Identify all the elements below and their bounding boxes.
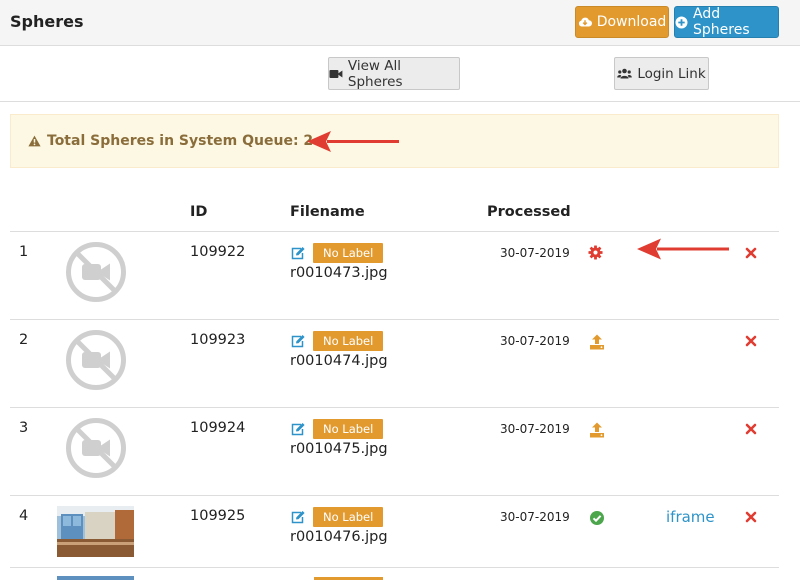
cloud-download-icon [578,17,592,27]
check-circle-icon [590,511,604,525]
no-label-badge[interactable]: No Label [313,419,384,439]
row-number: 4 [19,508,29,524]
filename-cell: No Label r0010474.jpg [290,331,460,369]
row-number: 2 [19,332,29,348]
table-row: 2 109923 No Label r0010474.jpg 30-07-201… [0,320,800,408]
view-all-spheres-button[interactable]: View All Spheres [328,57,460,90]
filename-cell: No Label r0010473.jpg [290,243,460,281]
table-row [0,568,800,580]
filename-cell: No Label r0010475.jpg [290,419,460,457]
column-header-id: ID [190,204,208,220]
plus-circle-icon [675,16,688,28]
processed-date: 30-07-2019 [500,510,570,524]
row-number: 1 [19,244,29,260]
login-link-button[interactable]: Login Link [614,57,709,90]
delete-icon[interactable] [744,510,758,524]
edit-icon[interactable] [290,334,306,348]
edit-icon[interactable] [290,246,306,260]
iframe-link[interactable]: iframe [666,508,715,526]
sphere-id: 109923 [190,332,246,348]
video-camera-icon [329,69,343,78]
download-label: Download [596,14,667,30]
processed-date: 30-07-2019 [500,246,570,260]
filename-cell: No Label r0010476.jpg [290,507,460,545]
upload-icon [590,422,604,438]
sphere-id: 109924 [190,420,246,436]
sphere-id: 109922 [190,244,246,260]
sphere-id: 109925 [190,508,246,524]
filename: r0010475.jpg [290,441,388,457]
processed-date: 30-07-2019 [500,422,570,436]
upload-icon [590,334,604,350]
add-spheres-label: Add Spheres [693,6,750,38]
edit-icon[interactable] [290,510,306,524]
page-title: Spheres [10,12,84,31]
no-label-badge[interactable]: No Label [313,331,384,351]
add-spheres-button[interactable]: Add Spheres [674,6,779,38]
edit-icon[interactable] [290,422,306,436]
filename: r0010473.jpg [290,265,388,281]
delete-icon[interactable] [744,246,758,260]
sphere-thumbnail[interactable] [57,506,134,557]
no-video-icon [66,242,126,302]
table-row: 3 109924 No Label r0010475.jpg 30-07-201… [0,408,800,496]
gear-icon [588,245,603,260]
page-header: Spheres Download Add Spheres [0,0,800,46]
annotation-arrow-icon [307,131,399,152]
delete-icon[interactable] [744,422,758,436]
column-header-filename: Filename [290,204,365,220]
queue-alert-text: Total Spheres in System Queue: 2 [47,133,314,149]
view-all-spheres-label: View All Spheres [347,57,403,90]
column-header-processed: Processed [487,204,571,220]
download-button[interactable]: Download [575,6,669,38]
filename: r0010476.jpg [290,529,388,545]
users-icon [617,68,633,79]
processed-date: 30-07-2019 [500,334,570,348]
annotation-arrow-icon [637,238,729,260]
no-video-icon [66,330,126,390]
sphere-thumbnail[interactable] [57,576,134,580]
warning-icon [28,135,41,147]
toolbar: View All Spheres Login Link [0,46,800,102]
filename: r0010474.jpg [290,353,388,369]
login-link-label: Login Link [637,65,706,82]
row-number: 3 [19,420,29,436]
no-label-badge[interactable]: No Label [313,507,384,527]
no-label-badge[interactable]: No Label [313,243,384,263]
delete-icon[interactable] [744,334,758,348]
no-video-icon [66,418,126,478]
